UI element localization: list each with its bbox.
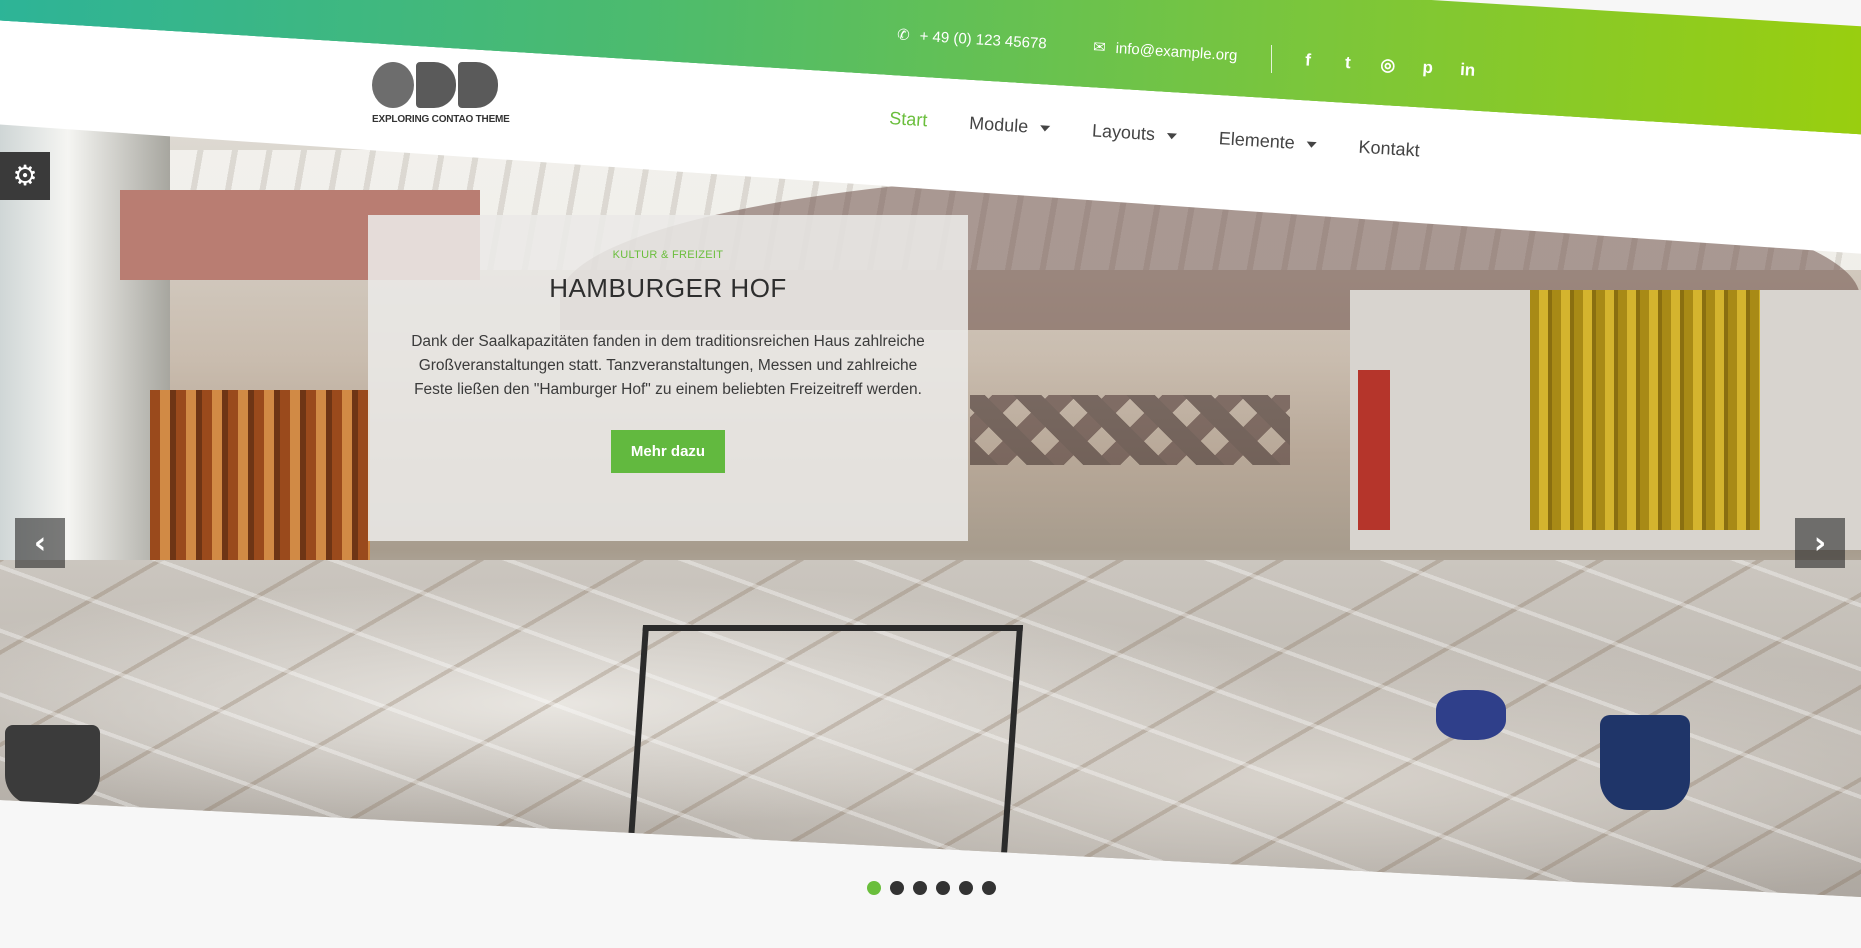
twitter-icon[interactable]: t <box>1337 52 1358 73</box>
hero-curtain-red <box>1358 370 1390 530</box>
settings-toggle[interactable]: ⚙ <box>0 152 50 200</box>
site-logo[interactable]: EXPLORING CONTAO THEME <box>372 62 512 128</box>
nav-item-label: Kontakt <box>1358 136 1421 161</box>
nav-item-start[interactable]: Start <box>889 108 928 131</box>
nav-item-kontakt[interactable]: Kontakt <box>1358 137 1420 162</box>
slider-dot[interactable] <box>913 881 927 895</box>
slider-prev-button[interactable]: ‹ <box>15 518 65 568</box>
hero-pot <box>1600 715 1690 810</box>
logo-text: EXPLORING CONTAO THEME <box>372 114 510 125</box>
instagram-icon[interactable]: ◎ <box>1377 55 1398 76</box>
slide-text: Dank der Saalkapazitäten fanden in dem t… <box>411 333 925 398</box>
hero-pot <box>5 725 100 805</box>
header-divider <box>1271 45 1272 73</box>
envelope-icon: ✉ <box>1092 38 1107 57</box>
slider-dot[interactable] <box>982 881 996 895</box>
nav-item-label: Module <box>968 112 1029 137</box>
more-button[interactable]: Mehr dazu <box>610 430 726 473</box>
caret-down-icon <box>1306 141 1317 148</box>
chevron-left-icon: ‹ <box>33 525 47 561</box>
logo-letter-d <box>416 62 456 108</box>
slider-dot[interactable] <box>867 881 881 895</box>
slide-caption: KULTUR & FREIZEIT HAMBURGER HOF Dank der… <box>368 215 968 541</box>
caret-down-icon <box>1039 124 1051 132</box>
slide-title: HAMBURGER HOF <box>549 273 787 303</box>
hero-table-frame <box>626 625 1024 855</box>
nav-item-label: Layouts <box>1091 120 1156 145</box>
hero-pot <box>1436 690 1506 740</box>
nav-item-label: Start <box>888 108 928 131</box>
slider-dot[interactable] <box>959 881 973 895</box>
logo-letter-d <box>458 62 498 108</box>
slide-kicker: KULTUR & FREIZEIT <box>612 249 724 261</box>
hero-wall-pattern <box>970 395 1290 465</box>
slider-dot[interactable] <box>890 881 904 895</box>
slider-pagination <box>867 881 996 895</box>
slider-next-button[interactable]: › <box>1795 518 1845 568</box>
facebook-icon[interactable]: f <box>1297 50 1318 71</box>
slider-dot[interactable] <box>936 881 950 895</box>
phone-icon: ✆ <box>896 26 911 45</box>
caret-down-icon <box>1166 132 1178 140</box>
pinterest-icon[interactable]: p <box>1417 57 1438 78</box>
hero-curtain-right <box>1530 290 1760 530</box>
linkedin-icon[interactable]: in <box>1457 60 1478 81</box>
logo-letter-o <box>372 62 414 108</box>
gear-icon: ⚙ <box>12 159 38 192</box>
logo-mark <box>372 62 512 108</box>
chevron-right-icon: › <box>1813 525 1827 561</box>
